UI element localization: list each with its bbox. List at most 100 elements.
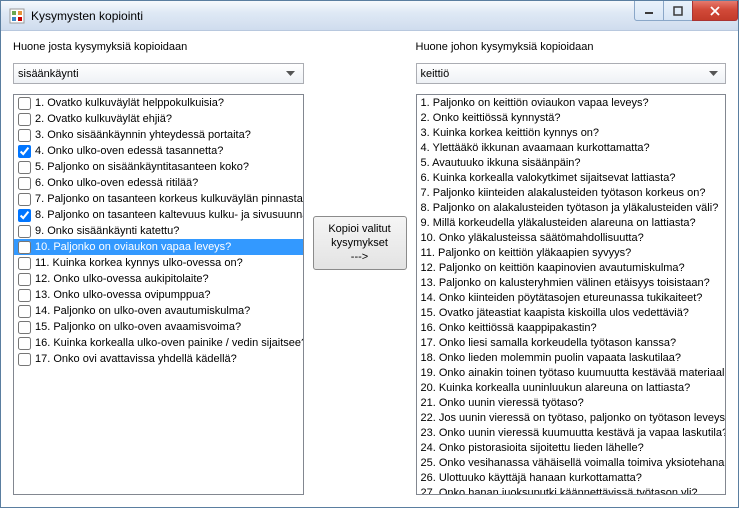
item-checkbox[interactable] bbox=[18, 145, 31, 158]
item-checkbox[interactable] bbox=[18, 321, 31, 334]
source-room-combo[interactable]: sisäänkäynti bbox=[13, 63, 304, 84]
window-root: Kysymysten kopiointi Huone josta kysymyk… bbox=[0, 0, 739, 508]
item-label: 15. Paljonko on ulko-oven avaamisvoima? bbox=[35, 321, 241, 333]
item-checkbox[interactable] bbox=[18, 161, 31, 174]
window-buttons bbox=[635, 1, 738, 21]
target-column: Huone johon kysymyksiä kopioidaan keitti… bbox=[416, 41, 727, 495]
item-checkbox[interactable] bbox=[18, 241, 31, 254]
item-checkbox[interactable] bbox=[18, 193, 31, 206]
list-item[interactable]: 15. Ovatko jäteastiat kaapista kiskoilla… bbox=[417, 305, 726, 320]
list-item[interactable]: 2. Onko keittiössä kynnystä? bbox=[417, 110, 726, 125]
list-item[interactable]: 10. Onko yläkalusteissa säätömahdollisuu… bbox=[417, 230, 726, 245]
titlebar[interactable]: Kysymysten kopiointi bbox=[1, 1, 738, 31]
list-item[interactable]: 22. Jos uunin vieressä on työtaso, paljo… bbox=[417, 410, 726, 425]
item-label: 17. Onko ovi avattavissa yhdellä kädellä… bbox=[35, 353, 237, 365]
item-checkbox[interactable] bbox=[18, 305, 31, 318]
maximize-button[interactable] bbox=[663, 1, 693, 21]
item-checkbox[interactable] bbox=[18, 289, 31, 302]
list-item[interactable]: 8. Paljonko on tasanteen kaltevuus kulku… bbox=[14, 207, 303, 223]
item-label: 7. Paljonko on tasanteen korkeus kulkuvä… bbox=[35, 193, 303, 205]
list-item[interactable]: 14. Paljonko on ulko-oven avautumiskulma… bbox=[14, 303, 303, 319]
list-item[interactable]: 15. Paljonko on ulko-oven avaamisvoima? bbox=[14, 319, 303, 335]
list-item[interactable]: 6. Kuinka korkealla valokytkimet sijaits… bbox=[417, 170, 726, 185]
list-item[interactable]: 4. Ylettääkö ikkunan avaamaan kurkottama… bbox=[417, 140, 726, 155]
list-item[interactable]: 14. Onko kiinteiden pöytätasojen etureun… bbox=[417, 290, 726, 305]
list-item[interactable]: 26. Ulottuuko käyttäjä hanaan kurkottama… bbox=[417, 470, 726, 485]
list-item[interactable]: 18. Onko lieden molemmin puolin vapaata … bbox=[417, 350, 726, 365]
list-item[interactable]: 1. Paljonko on keittiön oviaukon vapaa l… bbox=[417, 95, 726, 110]
item-label: 14. Paljonko on ulko-oven avautumiskulma… bbox=[35, 305, 250, 317]
list-item[interactable]: 11. Kuinka korkea kynnys ulko-ovessa on? bbox=[14, 255, 303, 271]
item-checkbox[interactable] bbox=[18, 353, 31, 366]
list-item[interactable]: 7. Paljonko on tasanteen korkeus kulkuvä… bbox=[14, 191, 303, 207]
copy-button-line2: kysymykset bbox=[331, 236, 388, 250]
target-listbox[interactable]: 1. Paljonko on keittiön oviaukon vapaa l… bbox=[416, 94, 727, 495]
chevron-down-icon bbox=[283, 66, 299, 82]
list-item[interactable]: 23. Onko uunin vieressä kuumuutta kestäv… bbox=[417, 425, 726, 440]
list-item[interactable]: 12. Paljonko on keittiön kaapinovien ava… bbox=[417, 260, 726, 275]
item-label: 9. Onko sisäänkäynti katettu? bbox=[35, 225, 179, 237]
item-checkbox[interactable] bbox=[18, 257, 31, 270]
source-room-value: sisäänkäynti bbox=[18, 68, 79, 80]
item-checkbox[interactable] bbox=[18, 209, 31, 222]
list-item[interactable]: 25. Onko vesihanassa vähäisellä voimalla… bbox=[417, 455, 726, 470]
list-item[interactable]: 7. Paljonko kiinteiden alakalusteiden ty… bbox=[417, 185, 726, 200]
list-item[interactable]: 12. Onko ulko-ovessa aukipitolaite? bbox=[14, 271, 303, 287]
list-item[interactable]: 3. Kuinka korkea keittiön kynnys on? bbox=[417, 125, 726, 140]
list-item[interactable]: 16. Kuinka korkealla ulko-oven painike /… bbox=[14, 335, 303, 351]
item-checkbox[interactable] bbox=[18, 273, 31, 286]
item-label: 6. Onko ulko-oven edessä ritilää? bbox=[35, 177, 198, 189]
content-area: Huone josta kysymyksiä kopioidaan sisään… bbox=[1, 31, 738, 507]
window-title: Kysymysten kopiointi bbox=[31, 9, 635, 23]
item-checkbox[interactable] bbox=[18, 337, 31, 350]
list-item[interactable]: 5. Avautuuko ikkuna sisäänpäin? bbox=[417, 155, 726, 170]
item-label: 10. Paljonko on oviaukon vapaa leveys? bbox=[35, 241, 231, 253]
list-item[interactable]: 8. Paljonko on alakalusteiden työtason j… bbox=[417, 200, 726, 215]
list-item[interactable]: 9. Millä korkeudella yläkalusteiden alar… bbox=[417, 215, 726, 230]
list-item[interactable]: 13. Onko ulko-ovessa ovipumppua? bbox=[14, 287, 303, 303]
list-item[interactable]: 5. Paljonko on sisäänkäyntitasanteen kok… bbox=[14, 159, 303, 175]
copy-button-arrow: ---> bbox=[351, 250, 368, 264]
list-item[interactable]: 13. Paljonko on kalusteryhmien välinen e… bbox=[417, 275, 726, 290]
list-item[interactable]: 17. Onko ovi avattavissa yhdellä kädellä… bbox=[14, 351, 303, 367]
list-item[interactable]: 1. Ovatko kulkuväylät helppokulkuisia? bbox=[14, 95, 303, 111]
source-listbox[interactable]: 1. Ovatko kulkuväylät helppokulkuisia? 2.… bbox=[13, 94, 304, 495]
list-item[interactable]: 16. Onko keittiössä kaappipakastin? bbox=[417, 320, 726, 335]
list-item[interactable]: 24. Onko pistorasioita sijoitettu lieden… bbox=[417, 440, 726, 455]
item-label: 3. Onko sisäänkäynnin yhteydessä portait… bbox=[35, 129, 251, 141]
close-button[interactable] bbox=[692, 1, 738, 21]
list-item[interactable]: 9. Onko sisäänkäynti katettu? bbox=[14, 223, 303, 239]
list-item[interactable]: 11. Paljonko on keittiön yläkaapien syvy… bbox=[417, 245, 726, 260]
item-checkbox[interactable] bbox=[18, 113, 31, 126]
item-checkbox[interactable] bbox=[18, 97, 31, 110]
item-label: 8. Paljonko on tasanteen kaltevuus kulku… bbox=[35, 209, 303, 221]
item-label: 2. Ovatko kulkuväylät ehjiä? bbox=[35, 113, 172, 125]
list-item[interactable]: 10. Paljonko on oviaukon vapaa leveys? bbox=[14, 239, 303, 255]
list-item[interactable]: 21. Onko uunin vieressä työtaso? bbox=[417, 395, 726, 410]
target-room-combo[interactable]: keittiö bbox=[416, 63, 727, 84]
item-label: 1. Ovatko kulkuväylät helppokulkuisia? bbox=[35, 97, 224, 109]
item-label: 13. Onko ulko-ovessa ovipumppua? bbox=[35, 289, 211, 301]
chevron-down-icon bbox=[705, 66, 721, 82]
middle-column: Kopioi valitut kysymykset ---> bbox=[312, 41, 408, 495]
list-item[interactable]: 2. Ovatko kulkuväylät ehjiä? bbox=[14, 111, 303, 127]
list-item[interactable]: 19. Onko ainakin toinen työtaso kuumuutt… bbox=[417, 365, 726, 380]
item-label: 5. Paljonko on sisäänkäyntitasanteen kok… bbox=[35, 161, 249, 173]
list-item[interactable]: 6. Onko ulko-oven edessä ritilää? bbox=[14, 175, 303, 191]
item-checkbox[interactable] bbox=[18, 225, 31, 238]
copy-selected-button[interactable]: Kopioi valitut kysymykset ---> bbox=[313, 216, 407, 270]
list-item[interactable]: 27. Onko hanan juoksuputki käännettäviss… bbox=[417, 485, 726, 494]
item-label: 4. Onko ulko-oven edessä tasannetta? bbox=[35, 145, 223, 157]
target-heading: Huone johon kysymyksiä kopioidaan bbox=[416, 41, 727, 53]
source-column: Huone josta kysymyksiä kopioidaan sisään… bbox=[13, 41, 304, 495]
list-item[interactable]: 20. Kuinka korkealla uuninluukun alareun… bbox=[417, 380, 726, 395]
item-checkbox[interactable] bbox=[18, 177, 31, 190]
item-label: 12. Onko ulko-ovessa aukipitolaite? bbox=[35, 273, 209, 285]
item-checkbox[interactable] bbox=[18, 129, 31, 142]
list-item[interactable]: 17. Onko liesi samalla korkeudella työta… bbox=[417, 335, 726, 350]
list-item[interactable]: 3. Onko sisäänkäynnin yhteydessä portait… bbox=[14, 127, 303, 143]
minimize-button[interactable] bbox=[634, 1, 664, 21]
target-room-value: keittiö bbox=[421, 68, 450, 80]
app-icon bbox=[9, 8, 25, 24]
list-item[interactable]: 4. Onko ulko-oven edessä tasannetta? bbox=[14, 143, 303, 159]
